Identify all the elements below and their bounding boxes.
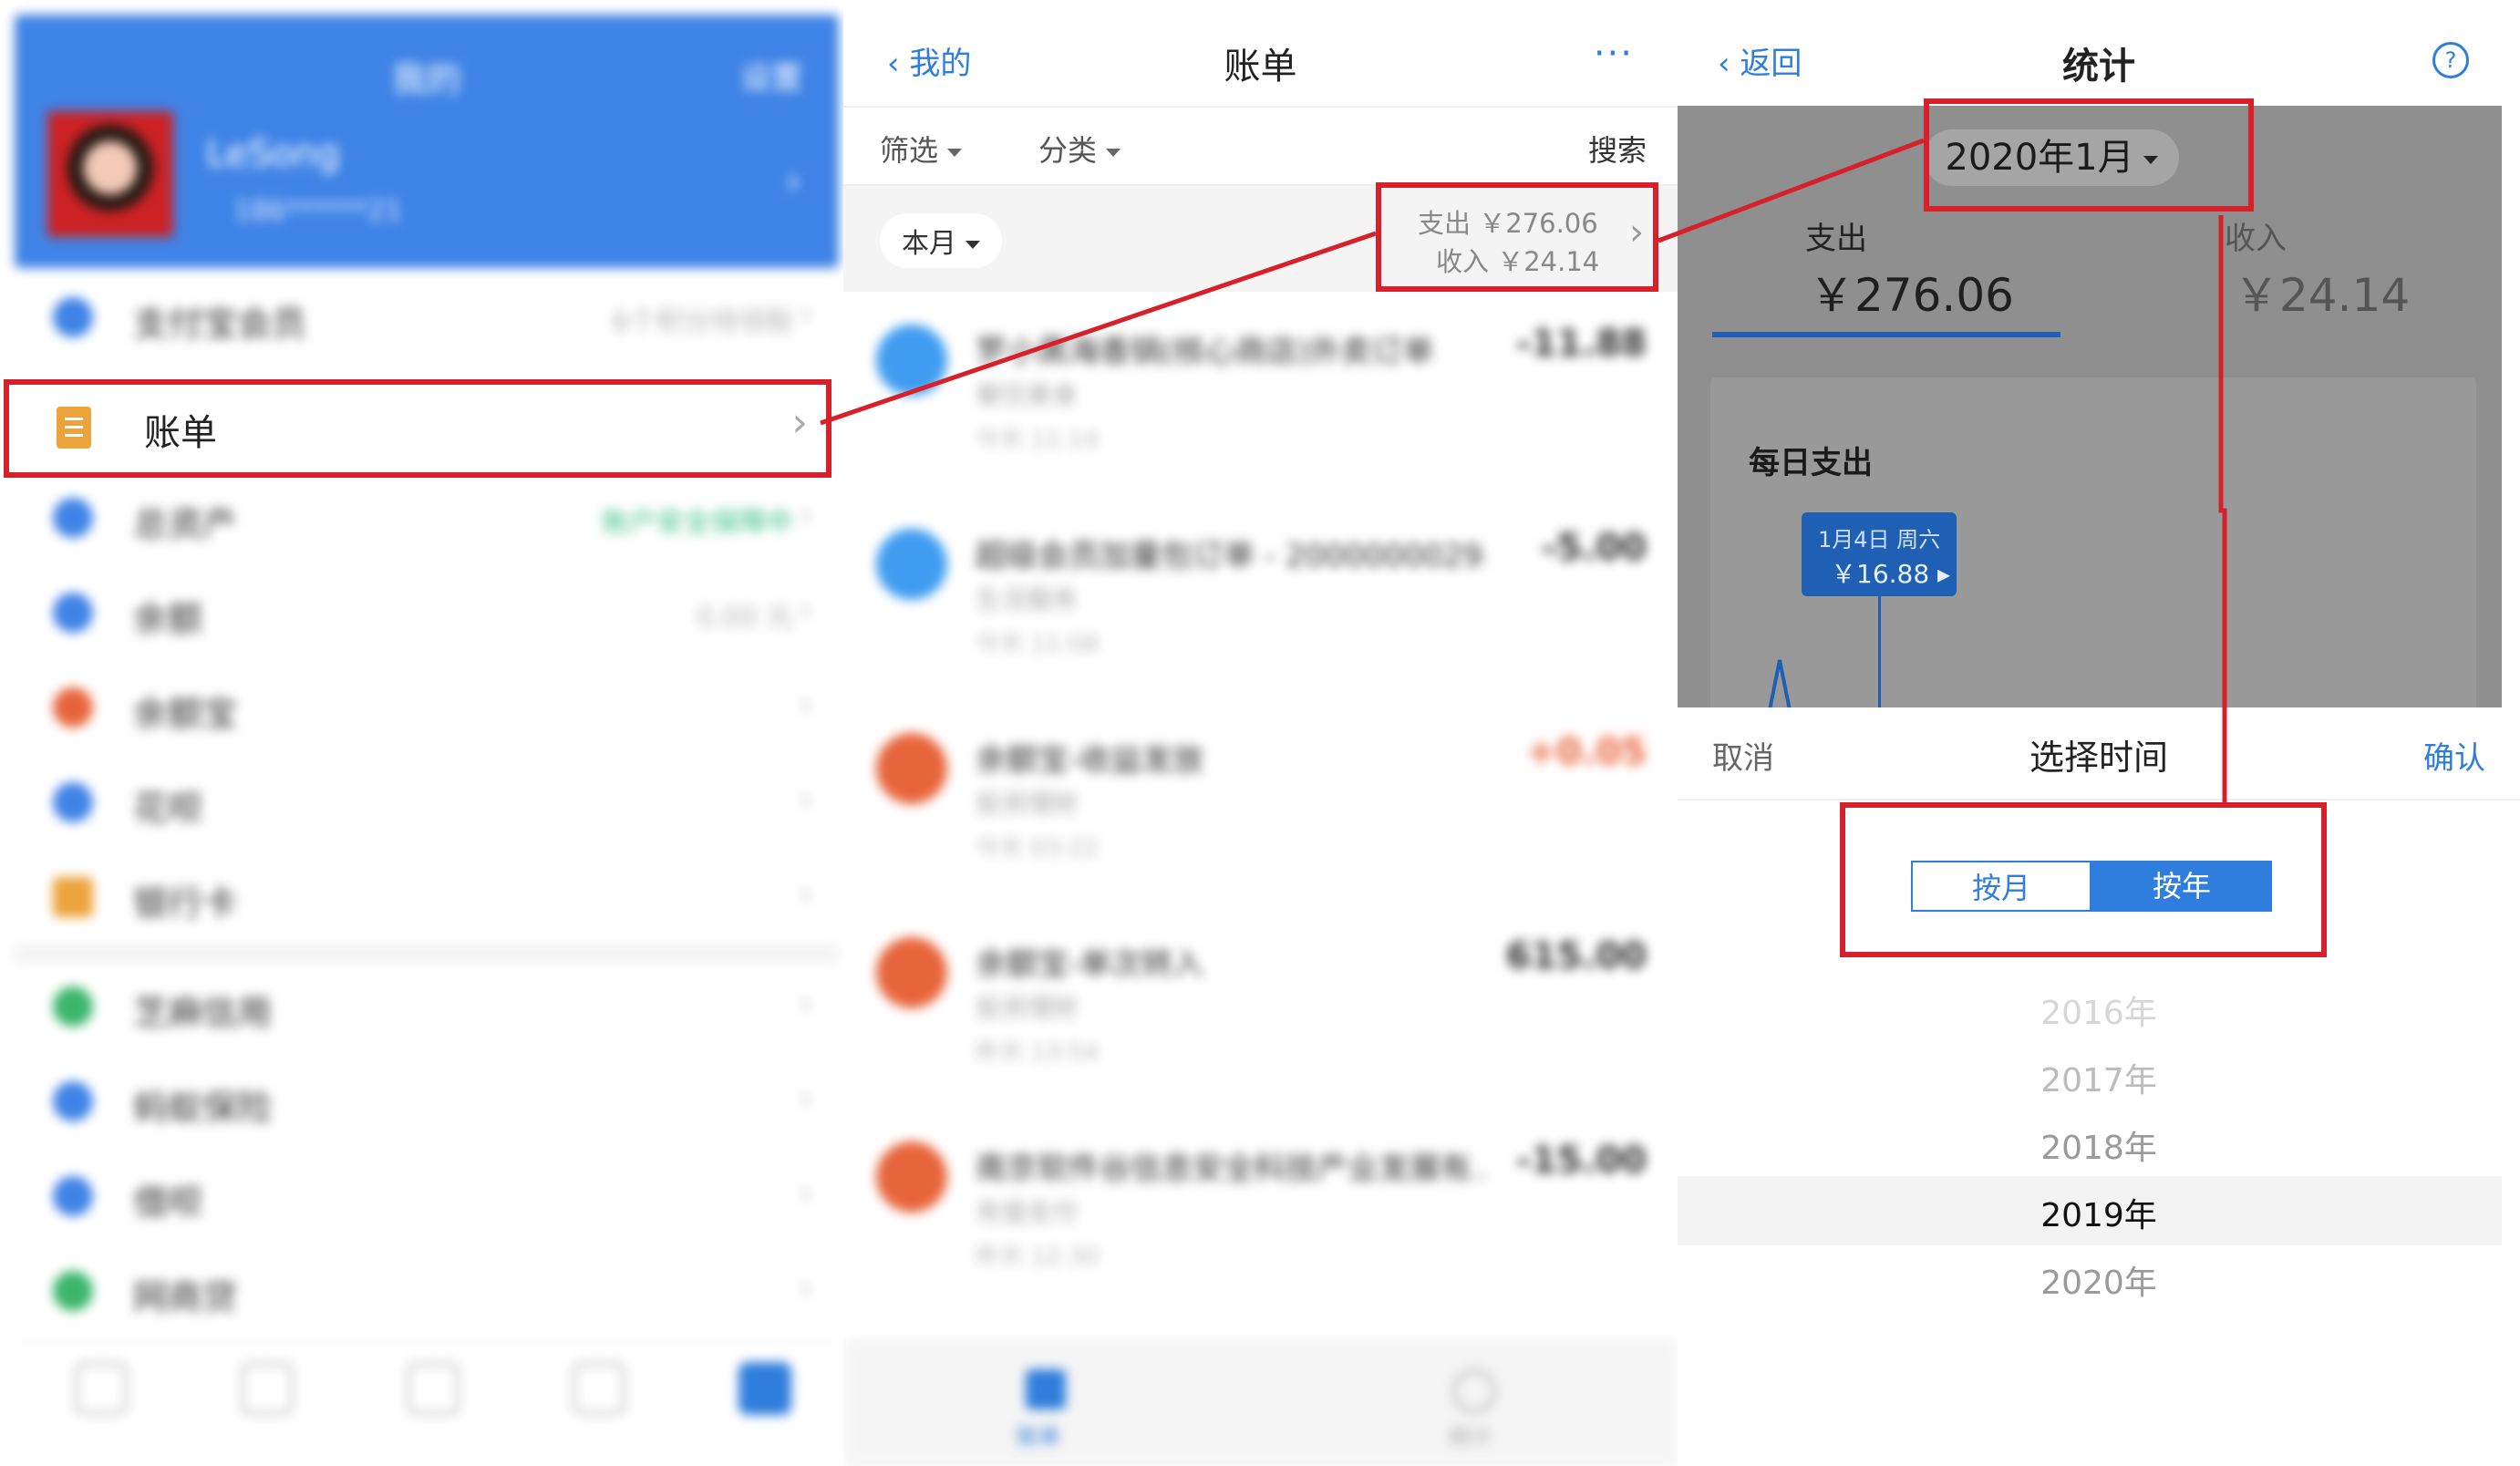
connector-line xyxy=(820,231,1377,426)
connector-line xyxy=(2218,215,2227,802)
annotation-lines xyxy=(820,138,2227,802)
connector-line xyxy=(1658,138,1925,243)
